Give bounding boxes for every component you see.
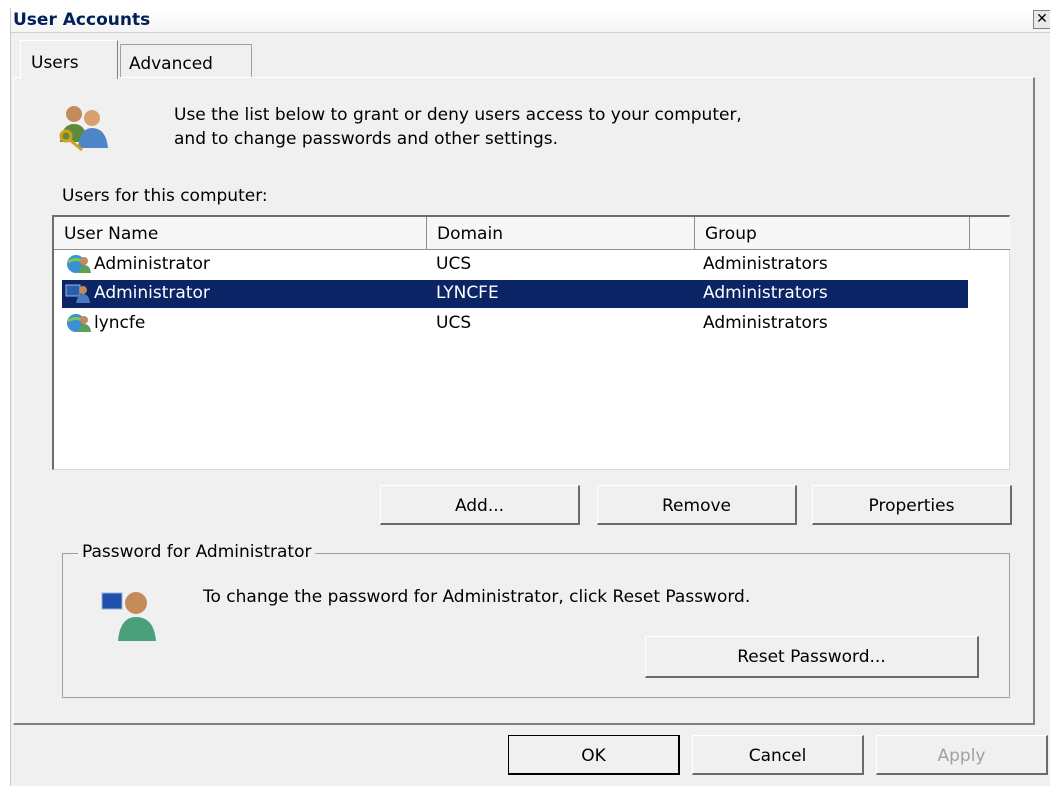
domain-user-icon	[67, 314, 91, 332]
column-header-empty	[970, 217, 1010, 249]
cancel-button[interactable]: Cancel	[692, 735, 864, 775]
users-listview[interactable]: User Name Domain Group Administrator UCS…	[52, 215, 1010, 470]
cell-domain: UCS	[436, 254, 472, 274]
cell-group: Administrators	[703, 283, 828, 303]
intro-line-2: and to change passwords and other settin…	[174, 129, 559, 149]
close-button[interactable]: ✕	[1033, 10, 1050, 29]
cell-domain: UCS	[436, 313, 472, 333]
cell-user-name: Administrator	[94, 254, 210, 274]
properties-button[interactable]: Properties	[812, 485, 1012, 525]
intro-line-1: Use the list below to grant or deny user…	[174, 105, 742, 125]
users-keys-icon	[59, 106, 108, 152]
column-header-user-name[interactable]: User Name	[54, 217, 427, 249]
local-user-icon	[65, 284, 90, 303]
table-row[interactable]: Administrator UCS Administrators	[62, 251, 968, 279]
remove-button[interactable]: Remove	[597, 485, 797, 525]
close-icon: ✕	[1036, 11, 1048, 27]
cell-group: Administrators	[703, 254, 828, 274]
ok-button[interactable]: OK	[508, 735, 680, 775]
tab-advanced[interactable]: Advanced	[120, 44, 252, 77]
cell-group: Administrators	[703, 313, 828, 333]
cell-user-name: lyncfe	[94, 313, 146, 333]
table-row[interactable]: lyncfe UCS Administrators	[62, 310, 968, 338]
cell-domain: LYNCFE	[436, 283, 499, 303]
title-bar[interactable]: User Accounts ✕	[11, 8, 1050, 33]
cell-user-name: Administrator	[94, 283, 210, 303]
password-group-title: Password for Administrator	[78, 542, 316, 562]
reset-password-button[interactable]: Reset Password...	[645, 636, 979, 678]
window-title: User Accounts	[13, 10, 151, 30]
password-instructions: To change the password for Administrator…	[203, 587, 751, 607]
domain-user-icon	[67, 255, 91, 273]
users-list-label: Users for this computer:	[62, 186, 268, 206]
tab-users[interactable]: Users	[20, 40, 118, 79]
column-header-domain[interactable]: Domain	[427, 217, 695, 249]
table-row-selected[interactable]: Administrator LYNCFE Administrators	[61, 279, 969, 309]
column-header-group[interactable]: Group	[695, 217, 970, 249]
user-password-icon	[101, 592, 156, 641]
listview-header: User Name Domain Group	[54, 217, 1010, 250]
apply-button[interactable]: Apply	[876, 735, 1048, 775]
add-button[interactable]: Add...	[380, 485, 580, 525]
